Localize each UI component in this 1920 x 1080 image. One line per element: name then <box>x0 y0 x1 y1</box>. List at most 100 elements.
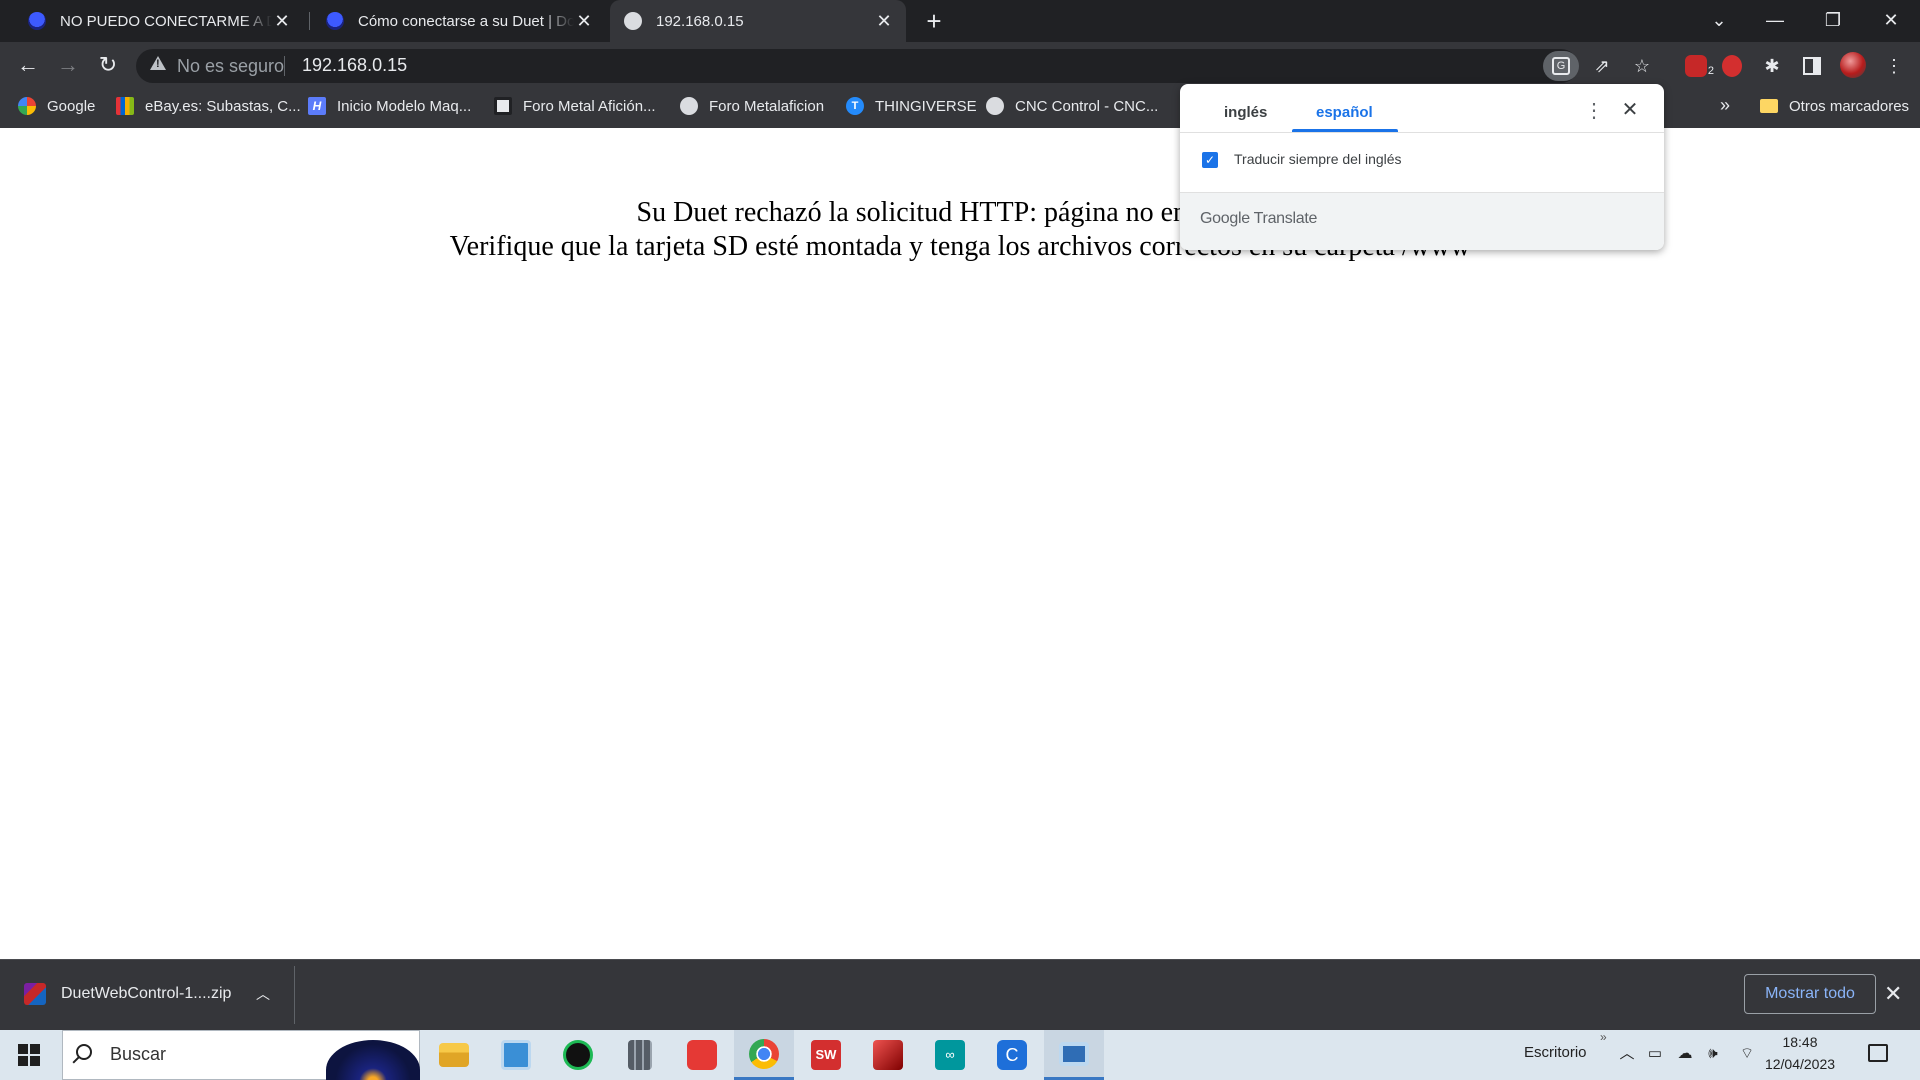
close-shelf-icon[interactable]: ✕ <box>1884 981 1902 1007</box>
bookmark-label: Google <box>47 97 96 115</box>
onedrive-cloud-icon[interactable]: ☁ <box>1676 1046 1694 1062</box>
bookmark-thingiverse[interactable]: T THINGIVERSE <box>846 94 977 118</box>
tab-como-conectarse[interactable]: Cómo conectarse a su Duet | Documentació… <box>312 0 606 42</box>
restore-button[interactable]: ❐ <box>1804 0 1862 42</box>
bookmark-star-icon[interactable]: ☆ <box>1628 52 1656 80</box>
chrome-menu-icon[interactable]: ⋮ <box>1880 52 1908 80</box>
bookmark-cnc-control[interactable]: CNC Control - CNC... <box>986 94 1158 118</box>
windows-start-icon[interactable] <box>18 1044 40 1066</box>
translate-bubble: inglés español ⋮ ✕ ✓ Traducir siempre de… <box>1180 84 1664 250</box>
ublock-extension-icon[interactable]: 2 <box>1682 52 1714 80</box>
target-language-tab[interactable]: español <box>1316 104 1373 121</box>
more-bookmarks-button[interactable]: » <box>1720 95 1730 116</box>
globe-icon <box>680 97 698 115</box>
extensions-puzzle-icon[interactable]: ✱ <box>1758 52 1786 80</box>
side-panel-icon[interactable] <box>1798 52 1826 80</box>
taskbar-app-c[interactable]: C <box>982 1030 1042 1080</box>
forum-icon <box>494 97 512 115</box>
share-icon[interactable]: ⇗ <box>1588 52 1616 80</box>
reload-button[interactable]: ↻ <box>92 50 124 82</box>
taskbar-app-red-box[interactable] <box>858 1030 918 1080</box>
source-language-tab[interactable]: inglés <box>1224 104 1267 121</box>
c-app-icon: C <box>997 1040 1027 1070</box>
bookmark-foro-metalaficion[interactable]: Foro Metalaficion <box>680 94 824 118</box>
thingiverse-icon: T <box>846 97 864 115</box>
tab-192-168-0-15[interactable]: 192.168.0.15 ✕ <box>610 0 906 42</box>
file-explorer-icon <box>439 1043 469 1067</box>
stop-hand-extension-icon[interactable] <box>1718 52 1746 80</box>
download-file-name[interactable]: DuetWebControl-1....zip <box>61 985 231 1003</box>
new-tab-button[interactable]: + <box>920 8 948 36</box>
h-icon: H <box>308 97 326 115</box>
divider <box>294 966 295 1024</box>
close-tab-icon[interactable]: ✕ <box>272 11 292 32</box>
bookmark-label: Inicio Modelo Maq... <box>337 97 472 115</box>
brand-google: Google <box>1200 210 1250 227</box>
search-placeholder: Buscar <box>110 1044 167 1064</box>
taskbar-app-control-panel[interactable] <box>486 1030 546 1080</box>
chevron-up-icon[interactable]: ︿ <box>256 984 270 1004</box>
taskbar-app-remote-desktop[interactable] <box>1044 1030 1104 1080</box>
duet-favicon-icon <box>28 12 46 30</box>
tab-search-button[interactable]: ⌄ <box>1690 0 1748 42</box>
tab-separator <box>309 12 310 30</box>
notifications-icon[interactable] <box>1868 1044 1888 1062</box>
spotify-icon <box>563 1040 593 1070</box>
volume-icon[interactable]: 🕪 <box>1704 1046 1722 1062</box>
close-tab-icon[interactable]: ✕ <box>574 11 594 32</box>
tab-no-puedo-conectarme[interactable]: NO PUEDO CONECTARME A DUET ✕ <box>14 0 304 42</box>
chrome-icon <box>749 1038 779 1069</box>
toolbar-overflow-icon[interactable]: » <box>1600 1030 1607 1044</box>
tab-title: NO PUEDO CONECTARME A DUET <box>60 12 272 30</box>
always-translate-checkbox[interactable]: ✓ <box>1202 152 1218 168</box>
clock-date[interactable]: 12/04/2023 <box>1764 1056 1836 1072</box>
ebay-icon <box>116 97 134 115</box>
taskbar-app-red[interactable] <box>672 1030 732 1080</box>
taskbar-app-chrome[interactable] <box>734 1030 794 1080</box>
minimize-button[interactable]: — <box>1746 0 1804 42</box>
back-button[interactable]: ← <box>12 50 44 82</box>
other-bookmarks-folder[interactable]: Otros marcadores <box>1760 94 1909 118</box>
tab-title: Cómo conectarse a su Duet | Documentació… <box>358 12 574 30</box>
taskbar-app-solidworks[interactable]: SW <box>796 1030 856 1080</box>
globe-icon <box>986 97 1004 115</box>
calculator-icon <box>628 1040 652 1070</box>
google-translate-logo: Google Translate <box>1200 210 1317 228</box>
url-text[interactable]: 192.168.0.15 <box>302 55 407 76</box>
taskbar-app-calculator[interactable] <box>610 1030 670 1080</box>
bookmark-ebay[interactable]: eBay.es: Subastas, C... <box>116 94 301 118</box>
extension-badge: 2 <box>1707 65 1714 77</box>
security-status[interactable]: No es seguro <box>177 56 284 77</box>
tab-title: 192.168.0.15 <box>656 12 744 30</box>
taskbar-app-file-explorer[interactable] <box>424 1030 484 1080</box>
solidworks-icon: SW <box>811 1040 841 1070</box>
profile-avatar[interactable] <box>1840 52 1866 78</box>
taskbar-app-arduino[interactable]: ∞ <box>920 1030 980 1080</box>
control-panel-icon <box>501 1040 531 1070</box>
desktop-toolbar-label[interactable]: Escritorio <box>1524 1044 1587 1061</box>
arduino-icon: ∞ <box>935 1040 965 1070</box>
bookmark-foro-metal-aficion[interactable]: Foro Metal Afición... <box>494 94 656 118</box>
globe-icon <box>624 12 642 30</box>
wifi-icon[interactable]: ⌔ <box>1738 1046 1756 1062</box>
translate-button[interactable]: G <box>1543 51 1579 81</box>
more-options-icon[interactable]: ⋮ <box>1584 100 1604 124</box>
bookmark-label: THINGIVERSE <box>875 97 977 115</box>
show-all-button[interactable]: Mostrar todo <box>1744 974 1876 1014</box>
close-window-button[interactable]: ✕ <box>1862 0 1920 42</box>
battery-icon[interactable]: ▭ <box>1646 1046 1664 1062</box>
forward-button[interactable]: → <box>52 50 84 82</box>
bookmark-inicio-modelo[interactable]: H Inicio Modelo Maq... <box>308 94 471 118</box>
google-icon <box>18 97 36 115</box>
bookmark-google[interactable]: Google <box>18 94 95 118</box>
brand-translate: Translate <box>1253 210 1318 227</box>
taskbar-app-spotify[interactable] <box>548 1030 608 1080</box>
warning-icon[interactable] <box>150 56 166 70</box>
clock-time[interactable]: 18:48 <box>1772 1034 1828 1050</box>
close-tab-icon[interactable]: ✕ <box>874 11 894 32</box>
divider <box>1180 132 1664 133</box>
close-icon[interactable]: ✕ <box>1618 98 1642 122</box>
show-hidden-icons-chevron-icon[interactable]: ︿ <box>1618 1046 1636 1062</box>
always-translate-label[interactable]: Traducir siempre del inglés <box>1234 151 1402 167</box>
duet-favicon-icon <box>326 12 344 30</box>
